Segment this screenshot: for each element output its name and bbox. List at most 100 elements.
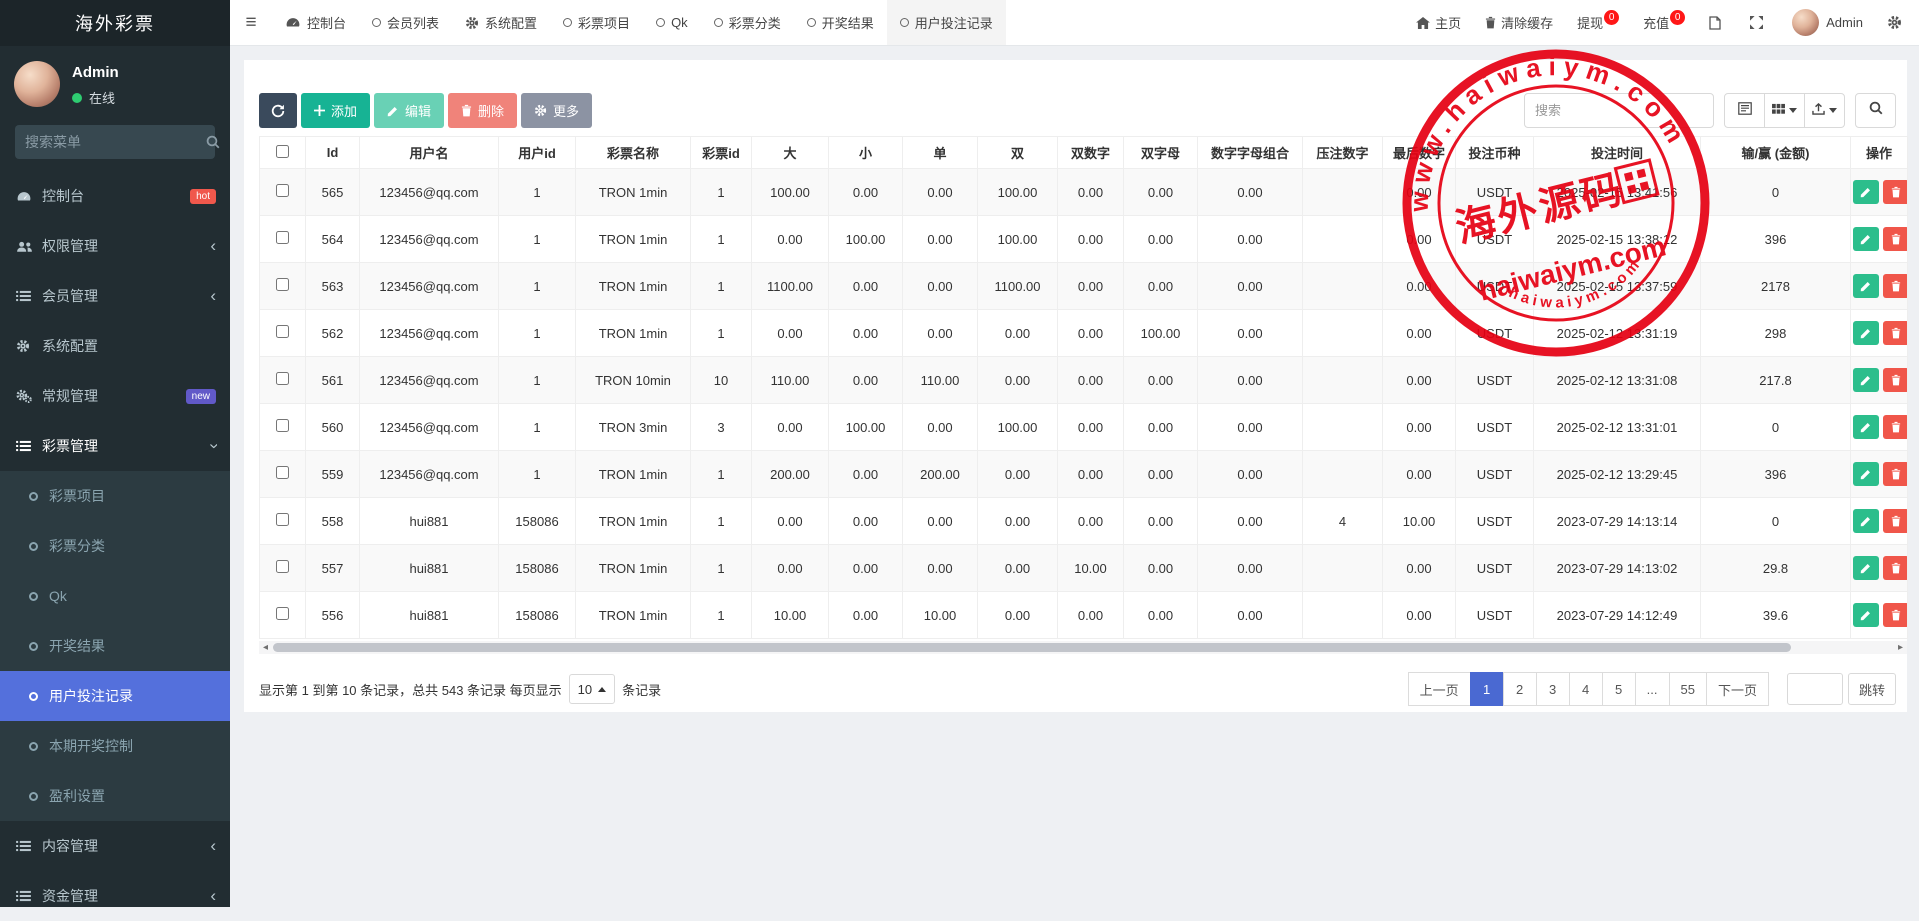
page-button[interactable]: 55 — [1669, 672, 1707, 706]
page-size-select[interactable]: 10 — [569, 674, 615, 704]
row-edit-button[interactable] — [1853, 368, 1879, 392]
sidebar-item[interactable]: 系统配置 — [0, 321, 230, 371]
more-button[interactable]: 更多 — [521, 93, 592, 128]
page-button[interactable]: 5 — [1602, 672, 1636, 706]
sidebar-item[interactable]: 内容管理‹ — [0, 821, 230, 871]
horizontal-scrollbar[interactable]: ◂ ▸ — [259, 641, 1907, 654]
refresh-button[interactable] — [259, 93, 297, 128]
row-delete-button[interactable] — [1883, 462, 1908, 486]
sidebar-item[interactable]: 资金管理‹ — [0, 871, 230, 921]
hamburger-icon[interactable]: ≡ — [230, 0, 272, 45]
export-button[interactable] — [1804, 93, 1845, 128]
home-link[interactable]: 主页 — [1416, 13, 1461, 32]
sidebar-item[interactable]: 权限管理‹ — [0, 221, 230, 271]
jump-page-input[interactable] — [1787, 673, 1843, 705]
row-edit-button[interactable] — [1853, 556, 1879, 580]
fullscreen-button[interactable] — [1750, 16, 1768, 29]
sidebar-subitem[interactable]: 开奖结果 — [0, 621, 230, 671]
row-checkbox[interactable] — [276, 466, 289, 479]
row-edit-button[interactable] — [1853, 603, 1879, 627]
row-edit-button[interactable] — [1853, 462, 1879, 486]
nav-tab[interactable]: Qk — [643, 0, 701, 45]
detail-view-button[interactable] — [1724, 93, 1765, 128]
log-button[interactable] — [1709, 16, 1726, 30]
row-checkbox[interactable] — [276, 325, 289, 338]
scroll-left-icon[interactable]: ◂ — [259, 641, 272, 654]
sidebar-subitem[interactable]: 用户投注记录 — [0, 671, 230, 721]
table-cell: 10 — [691, 357, 752, 404]
row-checkbox[interactable] — [276, 419, 289, 432]
nav-tab[interactable]: 彩票项目 — [550, 0, 643, 45]
app-logo[interactable]: 海外彩票 — [0, 0, 230, 46]
row-edit-button[interactable] — [1853, 509, 1879, 533]
recharge-link[interactable]: 充值 0 — [1643, 13, 1685, 32]
search-button[interactable] — [1855, 93, 1896, 128]
columns-button[interactable] — [1764, 93, 1805, 128]
sidebar-subitem[interactable]: 盈利设置 — [0, 771, 230, 821]
row-checkbox[interactable] — [276, 372, 289, 385]
clear-cache-link[interactable]: 清除缓存 — [1485, 13, 1553, 32]
avatar[interactable] — [14, 61, 60, 107]
page-button[interactable]: 3 — [1536, 672, 1570, 706]
row-delete-button[interactable] — [1883, 368, 1908, 392]
sidebar-subitem[interactable]: 彩票分类 — [0, 521, 230, 571]
nav-tab[interactable]: 系统配置 — [452, 0, 550, 45]
nav-tab[interactable]: 开奖结果 — [794, 0, 887, 45]
row-delete-button[interactable] — [1883, 556, 1908, 580]
scroll-right-icon[interactable]: ▸ — [1894, 641, 1907, 654]
settings-button[interactable] — [1887, 15, 1907, 30]
row-checkbox[interactable] — [276, 231, 289, 244]
row-delete-button[interactable] — [1883, 415, 1908, 439]
page-button[interactable]: 1 — [1470, 672, 1504, 706]
nav-tab[interactable]: 用户投注记录 — [887, 0, 1006, 45]
search-icon[interactable] — [206, 135, 220, 149]
page-button[interactable]: 4 — [1569, 672, 1603, 706]
row-edit-button[interactable] — [1853, 227, 1879, 251]
delete-button[interactable]: 删除 — [448, 93, 517, 128]
row-edit-button[interactable] — [1853, 274, 1879, 298]
add-button[interactable]: 添加 — [301, 93, 370, 128]
row-delete-button[interactable] — [1883, 274, 1908, 298]
row-checkbox[interactable] — [276, 560, 289, 573]
sidebar-subitem[interactable]: 本期开奖控制 — [0, 721, 230, 771]
user-menu[interactable]: Admin — [1792, 9, 1863, 36]
sidebar-item[interactable]: 控制台hot — [0, 171, 230, 221]
row-delete-button[interactable] — [1883, 509, 1908, 533]
nav-tab[interactable]: 会员列表 — [359, 0, 452, 45]
status-badge: hot — [190, 189, 216, 204]
table-search-input[interactable] — [1524, 93, 1714, 128]
table-cell: 2025-02-15 13:37:59 — [1534, 263, 1701, 310]
row-checkbox[interactable] — [276, 278, 289, 291]
page-button[interactable]: 2 — [1503, 672, 1537, 706]
sidebar-item[interactable]: 会员管理‹ — [0, 271, 230, 321]
nav-tab[interactable]: 控制台 — [272, 0, 359, 45]
page-button[interactable]: 下一页 — [1706, 672, 1769, 706]
row-checkbox[interactable] — [276, 513, 289, 526]
select-all-checkbox[interactable] — [276, 145, 289, 158]
withdraw-link[interactable]: 提现 0 — [1577, 13, 1619, 32]
row-edit-button[interactable] — [1853, 321, 1879, 345]
row-delete-button[interactable] — [1883, 227, 1908, 251]
sidebar-search-input[interactable] — [25, 134, 206, 150]
column-header: 双数字 — [1058, 137, 1124, 169]
jump-button[interactable]: 跳转 — [1848, 673, 1896, 705]
pencil-icon — [387, 105, 399, 117]
row-delete-button[interactable] — [1883, 321, 1908, 345]
table-cell: 0.00 — [752, 545, 829, 592]
sidebar-item[interactable]: 彩票管理‹ — [0, 421, 230, 471]
sidebar-subitem[interactable]: 彩票项目 — [0, 471, 230, 521]
row-delete-button[interactable] — [1883, 180, 1908, 204]
row-delete-button[interactable] — [1883, 603, 1908, 627]
row-checkbox[interactable] — [276, 184, 289, 197]
scrollbar-thumb[interactable] — [273, 643, 1791, 652]
edit-button[interactable]: 编辑 — [374, 93, 444, 128]
nav-tab[interactable]: 彩票分类 — [701, 0, 794, 45]
sidebar-subitem[interactable]: Qk — [0, 571, 230, 621]
page-button[interactable]: 上一页 — [1408, 672, 1471, 706]
row-checkbox[interactable] — [276, 607, 289, 620]
row-edit-button[interactable] — [1853, 415, 1879, 439]
row-edit-button[interactable] — [1853, 180, 1879, 204]
sidebar-item[interactable]: 常规管理new — [0, 371, 230, 421]
list-icon — [16, 290, 42, 302]
page-button[interactable]: ... — [1635, 672, 1670, 706]
